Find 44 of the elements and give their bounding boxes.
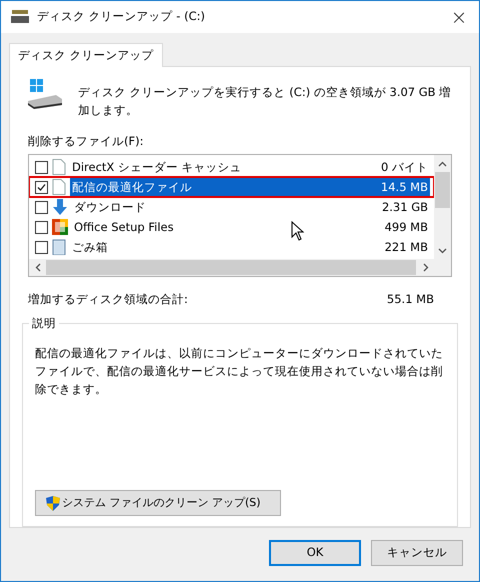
file-name: Office Setup Files [74, 218, 174, 236]
mouse-cursor-icon [291, 221, 305, 242]
description-text: 配信の最適化ファイルは、以前にコンピューターにダウンロードされていたファイルで、配信の最適化サービスによって現在使用されていない場合は削除できます。 [35, 344, 444, 398]
system-cleanup-button[interactable]: システム ファイルのクリーン アップ(S) [35, 490, 281, 516]
file-size: 2.31 GB [382, 198, 428, 216]
files-label: 削除するファイル(F): [28, 133, 144, 150]
checkbox[interactable] [35, 240, 48, 254]
checkbox[interactable] [35, 200, 48, 214]
vertical-scrollbar[interactable] [434, 155, 451, 260]
drive-icon [28, 79, 62, 109]
disk-cleanup-icon [11, 10, 29, 24]
file-name: ダウンロード [74, 198, 146, 216]
file-name: 配信の最適化ファイル [72, 178, 192, 196]
scroll-thumb[interactable] [435, 172, 450, 208]
checkbox[interactable] [35, 180, 48, 194]
tab[interactable]: ディスク クリーンアップ [9, 43, 163, 67]
document-icon [52, 159, 66, 176]
scroll-thumb[interactable] [46, 260, 416, 276]
file-name: DirectX シェーダー キャッシュ [72, 158, 242, 176]
horizontal-scrollbar[interactable] [29, 259, 451, 276]
office-icon [52, 219, 68, 236]
file-size: 14.5 MB [380, 178, 428, 196]
dialog-button[interactable]: キャンセル [371, 540, 463, 566]
checkbox[interactable] [35, 220, 48, 234]
close-button[interactable]: × [439, 1, 479, 33]
file-size: 0 バイト [381, 158, 428, 176]
down-arrow-icon [52, 199, 68, 216]
window-title: ディスク クリーンアップ - (C:) [37, 8, 205, 26]
recycle-bin-icon [52, 239, 66, 256]
file-size: 221 MB [384, 238, 428, 256]
file-row[interactable]: ダウンロード 2.31 GB [29, 197, 434, 218]
total-value: 55.1 MB [386, 291, 434, 308]
total-label: 増加するディスク領域の合計: [28, 291, 188, 308]
shield-icon [46, 496, 60, 510]
dialog-button[interactable]: OK [269, 540, 361, 566]
file-row[interactable]: Office Setup Files 499 MB [29, 217, 434, 238]
document-icon [52, 179, 66, 196]
group-title: 説明 [29, 314, 59, 331]
file-row[interactable]: DirectX シェーダー キャッシュ 0 バイト [29, 157, 434, 178]
checkbox[interactable] [35, 160, 48, 174]
file-size: 499 MB [384, 218, 428, 236]
file-name: ごみ箱 [72, 238, 108, 256]
summary-text: ディスク クリーンアップを実行すると (C:) の空き領域が 3.07 GB 増加します。 [78, 84, 452, 119]
file-row[interactable]: ごみ箱 221 MB [29, 237, 434, 258]
